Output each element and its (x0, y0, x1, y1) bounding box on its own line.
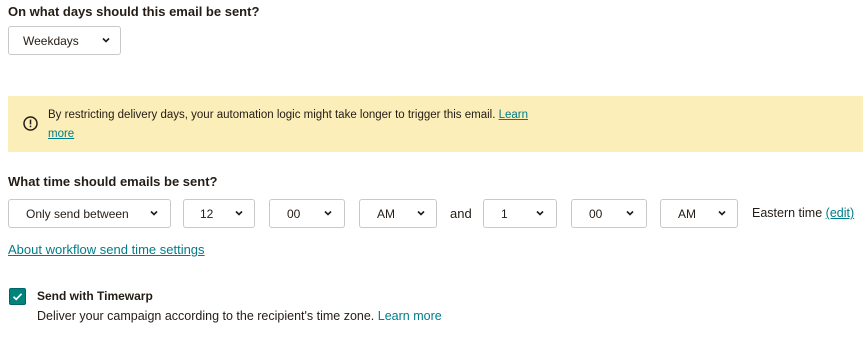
start-minute-value: 00 (287, 207, 301, 221)
and-label: and (450, 206, 472, 221)
chevron-down-icon (416, 206, 426, 220)
end-ampm-value: AM (678, 207, 696, 221)
timezone-edit-link[interactable]: (edit) (826, 206, 854, 220)
warning-circle-icon (23, 116, 38, 131)
chevron-down-icon (323, 206, 333, 220)
chevron-down-icon (101, 33, 111, 47)
send-mode-select[interactable]: Only send between (8, 199, 171, 228)
days-select-value: Weekdays (23, 34, 79, 48)
chevron-down-icon (234, 206, 244, 220)
end-minute-value: 00 (589, 207, 603, 221)
start-hour-select[interactable]: 12 (183, 199, 255, 228)
start-minute-select[interactable]: 00 (269, 199, 345, 228)
days-question-title: On what days should this email be sent? (8, 4, 260, 19)
delivery-warning-banner: By restricting delivery days, your autom… (8, 96, 863, 152)
timewarp-description: Deliver your campaign according to the r… (37, 309, 375, 323)
timewarp-learn-more-link[interactable]: Learn more (378, 309, 442, 323)
end-minute-select[interactable]: 00 (571, 199, 647, 228)
end-ampm-select[interactable]: AM (660, 199, 738, 228)
timezone-label: Eastern time (752, 206, 823, 220)
end-hour-value: 1 (501, 207, 508, 221)
send-mode-value: Only send between (26, 207, 129, 221)
start-ampm-select[interactable]: AM (359, 199, 437, 228)
about-send-time-link[interactable]: About workflow send time settings (8, 242, 205, 257)
chevron-down-icon (717, 206, 727, 220)
chevron-down-icon (535, 206, 545, 220)
time-question-title: What time should emails be sent? (8, 174, 218, 189)
start-ampm-value: AM (377, 207, 395, 221)
end-hour-select[interactable]: 1 (483, 199, 557, 228)
days-select[interactable]: Weekdays (8, 26, 121, 55)
banner-text: By restricting delivery days, your autom… (48, 109, 496, 121)
banner-message: By restricting delivery days, your autom… (48, 106, 548, 144)
checkmark-icon (10, 289, 25, 304)
chevron-down-icon (149, 206, 159, 220)
chevron-down-icon (625, 206, 635, 220)
timewarp-label[interactable]: Send with Timewarp (37, 289, 153, 303)
timewarp-description-row: Deliver your campaign according to the r… (37, 309, 442, 323)
start-hour-value: 12 (200, 207, 214, 221)
timewarp-checkbox[interactable] (9, 288, 26, 305)
timezone: Eastern time (edit) (752, 206, 854, 220)
